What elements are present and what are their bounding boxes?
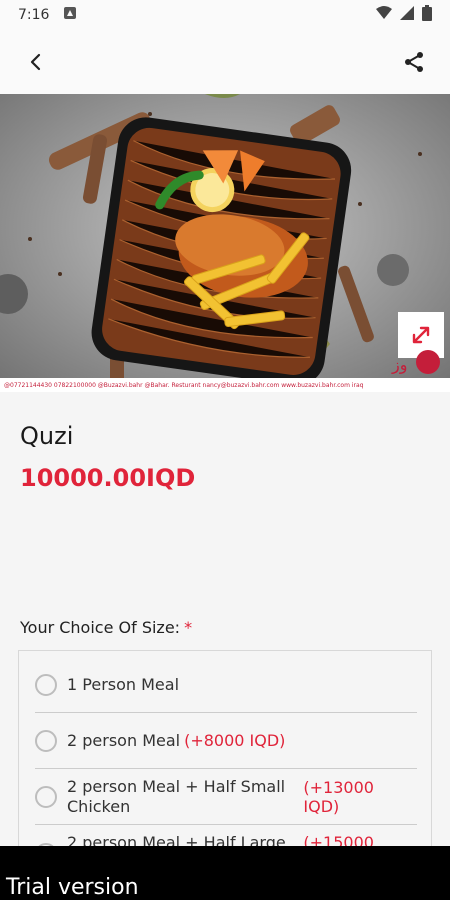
brand-logo: وز bbox=[391, 350, 440, 375]
trial-banner-text: Trial version bbox=[6, 875, 139, 900]
contact-info-strip: @07721144430 07822100000 @Buzazvi.bahr @… bbox=[0, 378, 450, 392]
product-details: Quzi 10000.00IQD Your Choice Of Size: * 1… bbox=[0, 392, 450, 881]
battery-icon bbox=[422, 5, 432, 25]
size-option[interactable]: 2 person Meal (+8000 IQD) bbox=[35, 713, 417, 769]
notification-icon bbox=[63, 6, 77, 24]
radio-icon[interactable] bbox=[35, 729, 57, 752]
radio-icon[interactable] bbox=[35, 673, 57, 696]
product-title: Quzi bbox=[20, 422, 74, 450]
back-arrow-icon bbox=[30, 53, 41, 71]
size-option[interactable]: 1 Person Meal bbox=[35, 657, 417, 713]
size-option-label: 2 person Meal + Half Small Chicken bbox=[67, 776, 286, 816]
trial-banner: Trial version bbox=[0, 846, 450, 900]
size-option-price: (+13000 IQD) bbox=[303, 777, 374, 816]
size-section-label: Your Choice Of Size: * bbox=[20, 618, 192, 637]
size-option-label: 2 person Meal bbox=[67, 731, 181, 750]
status-time: 7:16 bbox=[18, 7, 50, 23]
product-image[interactable]: وز bbox=[0, 94, 450, 392]
size-options-group: 1 Person Meal 2 person Meal (+8000 IQD) … bbox=[18, 650, 432, 881]
radio-icon[interactable] bbox=[35, 785, 57, 808]
back-button[interactable] bbox=[20, 46, 52, 78]
required-mark: * bbox=[184, 618, 193, 637]
share-button[interactable] bbox=[398, 46, 430, 78]
size-option-label: 1 Person Meal bbox=[67, 675, 180, 694]
size-option-price: (+8000 IQD) bbox=[184, 731, 286, 750]
product-price: 10000.00IQD bbox=[20, 464, 196, 492]
svg-text:وز: وز bbox=[391, 355, 407, 375]
size-label-text: Your Choice Of Size: bbox=[20, 618, 181, 637]
status-bar: 7:16 bbox=[0, 0, 450, 30]
signal-icon bbox=[400, 6, 414, 24]
app-bar bbox=[0, 30, 450, 94]
size-option[interactable]: 2 person Meal + Half Small Chicken (+130… bbox=[35, 769, 417, 825]
wifi-icon bbox=[376, 6, 392, 24]
share-icon bbox=[405, 52, 423, 72]
